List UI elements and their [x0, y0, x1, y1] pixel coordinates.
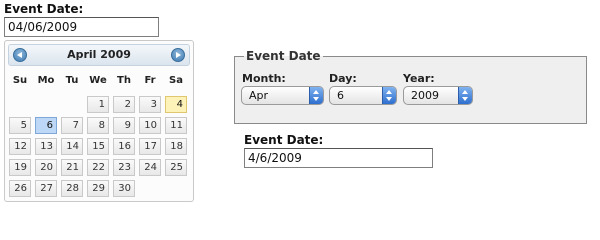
calendar-day[interactable]: 26 [9, 180, 31, 197]
calendar-day[interactable]: 21 [61, 159, 83, 176]
event-date-input-2[interactable]: 4/6/2009 [244, 148, 433, 168]
weekday-header: We [89, 75, 107, 86]
day-select-value: 6 [337, 89, 344, 102]
datepicker-calendar: April 2009 Su Mo Tu We Th Fr Sa 1 2 3 4 5 6 7 8 9 10 11 12… [4, 40, 194, 202]
year-select[interactable]: 2009 [403, 86, 473, 105]
calendar-day[interactable]: 29 [87, 180, 109, 197]
calendar-day[interactable]: 23 [113, 159, 135, 176]
calendar-day[interactable]: 3 [139, 96, 161, 113]
calendar-day[interactable]: 14 [61, 138, 83, 155]
year-select-value: 2009 [411, 89, 439, 102]
weekday-header: Tu [65, 75, 79, 86]
calendar-day[interactable]: 30 [113, 180, 135, 197]
year-label: Year: [403, 72, 435, 85]
calendar-day-today[interactable]: 4 [165, 96, 187, 113]
calendar-day[interactable]: 19 [9, 159, 31, 176]
event-date-label: Event Date: [4, 2, 84, 16]
calendar-day-selected[interactable]: 6 [35, 117, 57, 134]
calendar-day[interactable]: 17 [139, 138, 161, 155]
calendar-day[interactable]: 9 [113, 117, 135, 134]
calendar-day[interactable]: 5 [9, 117, 31, 134]
chevron-right-icon[interactable] [171, 48, 185, 62]
day-select[interactable]: 6 [329, 86, 397, 105]
weekday-header: Su [12, 75, 28, 86]
select-arrows-icon [309, 87, 323, 104]
calendar-day[interactable]: 11 [165, 117, 187, 134]
calendar-day[interactable]: 16 [113, 138, 135, 155]
weekday-header: Th [117, 75, 131, 86]
weekday-header: Fr [144, 75, 156, 86]
calendar-day[interactable]: 15 [87, 138, 109, 155]
month-select-value: Apr [249, 89, 269, 102]
calendar-day[interactable]: 2 [113, 96, 135, 113]
calendar-day[interactable]: 27 [35, 180, 57, 197]
calendar-day[interactable]: 18 [165, 138, 187, 155]
calendar-day[interactable]: 7 [61, 117, 83, 134]
month-label: Month: [242, 72, 286, 85]
calendar-day[interactable]: 25 [165, 159, 187, 176]
weekday-header: Mo [37, 75, 55, 86]
calendar-day[interactable]: 12 [9, 138, 31, 155]
select-arrows-icon [458, 87, 472, 104]
calendar-day[interactable]: 24 [139, 159, 161, 176]
calendar-day[interactable]: 13 [35, 138, 57, 155]
month-select[interactable]: Apr [241, 86, 324, 105]
calendar-day[interactable]: 8 [87, 117, 109, 134]
calendar-day[interactable]: 10 [139, 117, 161, 134]
weekday-header: Sa [169, 75, 183, 86]
calendar-day[interactable]: 22 [87, 159, 109, 176]
calendar-day[interactable]: 20 [35, 159, 57, 176]
select-arrows-icon [382, 87, 396, 104]
calendar-month-title: April 2009 [67, 48, 131, 61]
event-date-label-2: Event Date: [244, 133, 324, 147]
event-date-input[interactable]: 04/06/2009 [4, 17, 159, 37]
calendar-day[interactable]: 28 [61, 180, 83, 197]
calendar-header: April 2009 [8, 44, 190, 66]
day-label: Day: [329, 72, 357, 85]
fieldset-legend: Event Date [244, 49, 323, 63]
calendar-day[interactable]: 1 [87, 96, 109, 113]
